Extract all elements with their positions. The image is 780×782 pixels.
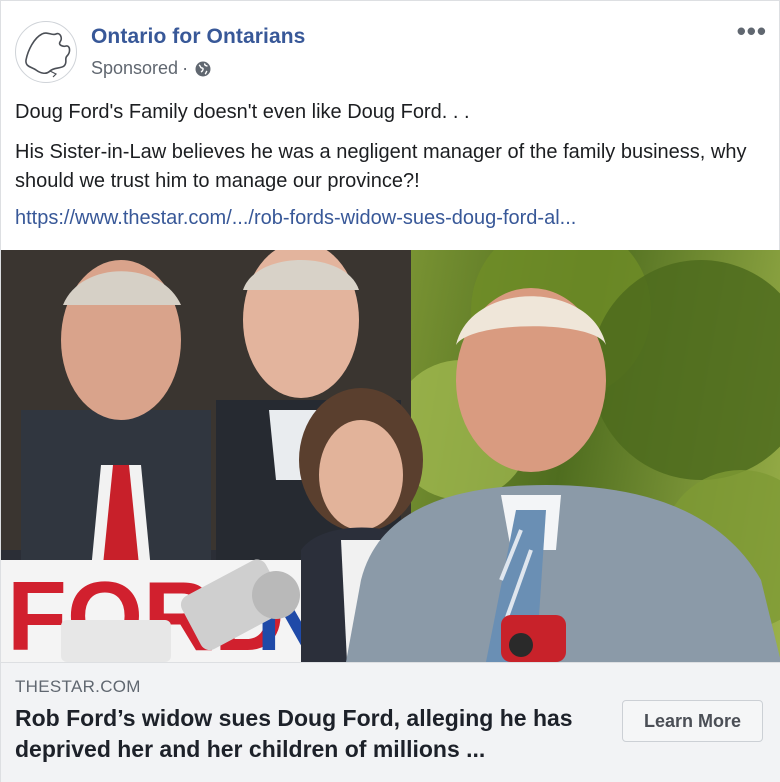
learn-more-button[interactable]: Learn More (622, 700, 763, 742)
post-header: Ontario for Ontarians Sponsored · ••• (1, 1, 780, 97)
globe-icon (194, 60, 212, 78)
link-preview[interactable]: THESTAR.COM Rob Ford’s widow sues Doug F… (1, 662, 780, 782)
link-headline[interactable]: Rob Ford’s widow sues Doug Ford, allegin… (15, 703, 605, 765)
post-link[interactable]: https://www.thestar.com/.../rob-fords-wi… (15, 207, 576, 230)
post-text-line2: His Sister-in-Law believes he was a negl… (15, 141, 747, 192)
ontario-map-icon (25, 32, 71, 78)
photo-illustration: FORD N (1, 250, 780, 662)
page-name-link[interactable]: Ontario for Ontarians (91, 25, 305, 49)
link-domain: THESTAR.COM (15, 677, 141, 696)
post-text-line1: Doug Ford's Family doesn't even like Dou… (15, 101, 470, 123)
sponsored-post: Ontario for Ontarians Sponsored · ••• Do… (0, 0, 780, 782)
sponsored-label[interactable]: Sponsored (91, 58, 178, 79)
meta-separator: · (182, 58, 189, 78)
more-options-icon[interactable]: ••• (737, 18, 767, 44)
page-avatar[interactable] (15, 21, 77, 83)
post-photo[interactable]: FORD N (1, 250, 780, 662)
post-meta: Sponsored · (91, 58, 212, 79)
